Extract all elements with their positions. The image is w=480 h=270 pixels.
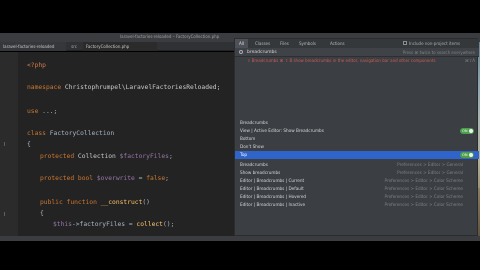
code-line-use: use ...; bbox=[27, 107, 57, 117]
prop2-value: false bbox=[146, 175, 166, 182]
include-non-project-checkbox[interactable] bbox=[403, 41, 407, 45]
list-item[interactable]: Bottom bbox=[235, 135, 479, 143]
tab-all[interactable]: All bbox=[235, 39, 248, 48]
toggle-label: ON bbox=[462, 129, 468, 133]
search-input[interactable]: breadcrumbs bbox=[247, 48, 277, 57]
result-label: Editor | Breadcrumbs | Hovered bbox=[240, 194, 307, 199]
result-label: Editor | Breadcrumbs | Default bbox=[240, 186, 304, 191]
toggle-switch[interactable]: ON bbox=[460, 128, 474, 134]
code-line-brace2: { bbox=[40, 209, 44, 219]
prop2-equals: = bbox=[134, 175, 147, 182]
result-label: Bottom bbox=[240, 136, 256, 141]
use-folded[interactable]: ...; bbox=[42, 108, 57, 115]
tab-src[interactable]: src bbox=[68, 42, 80, 51]
result-label: View | Active Editor: Show Breadcrumbs bbox=[240, 128, 324, 133]
result-label: Top bbox=[240, 152, 248, 157]
prop2-variable: $overwrite bbox=[96, 175, 135, 182]
list-item[interactable]: Breadcrumbs bbox=[235, 119, 479, 127]
list-item[interactable]: Don't Show bbox=[235, 143, 479, 151]
result-label: Editor | Breadcrumbs | Inactive bbox=[240, 202, 306, 207]
prop2-keyword: protected bbox=[40, 175, 75, 182]
result-hint: Preferences > Editor > Color Scheme bbox=[384, 186, 463, 191]
ctor-args: () bbox=[142, 199, 150, 206]
list-item[interactable]: Editor | Breadcrumbs | Current Preferenc… bbox=[235, 177, 479, 185]
search-everywhere-popup: All Classes Files Symbols Actions Includ… bbox=[234, 38, 479, 236]
namespace-value: Christophrumpel\LaravelFactoriesReloaded… bbox=[64, 84, 221, 91]
fold-marker-icon[interactable] bbox=[4, 212, 7, 216]
result-label: Breadcrumbs bbox=[240, 120, 268, 125]
brace-open: { bbox=[27, 141, 31, 148]
tab-files[interactable]: Files bbox=[276, 39, 293, 48]
assign-end: (); bbox=[162, 221, 175, 228]
search-field-row[interactable]: breadcrumbs Press ⌘ twice to search ever… bbox=[235, 48, 479, 57]
toggle-switch[interactable]: ON bbox=[460, 152, 474, 158]
php-open-tag: <?php bbox=[27, 62, 46, 69]
assign-target: ->factoryFiles = bbox=[71, 221, 137, 228]
use-keyword: use bbox=[27, 108, 39, 115]
namespace-keyword: namespace bbox=[27, 84, 62, 91]
prop2-type: bool bbox=[77, 175, 94, 182]
collect-function: collect bbox=[136, 221, 163, 228]
prop1-type: Collection bbox=[77, 153, 116, 160]
list-item[interactable]: Editor | Breadcrumbs | Inactive Preferen… bbox=[235, 201, 479, 209]
fold-marker-icon[interactable] bbox=[4, 142, 7, 146]
shortcut-row: ⇧ Breadcrumbs ⌘ ⇧ B show breadcrumbs in … bbox=[235, 57, 479, 65]
toggle-knob bbox=[469, 153, 473, 157]
code-line-prop2: protected bool $overwrite = false; bbox=[40, 174, 169, 184]
results-list: Breadcrumbs View | Active Editor: Show B… bbox=[235, 119, 479, 217]
brace-open-2: { bbox=[40, 210, 44, 217]
ctor-name: __construct bbox=[100, 199, 143, 206]
result-hint: Preferences > Editor > Color Scheme bbox=[384, 202, 463, 207]
code-line-assign: $this->factoryFiles = collect(); bbox=[53, 220, 174, 230]
this-variable: $this bbox=[53, 221, 72, 228]
result-label: Show breadcrumbs bbox=[240, 170, 281, 175]
prop1-variable: $factoryFiles bbox=[119, 153, 169, 160]
status-bar bbox=[0, 236, 480, 241]
editor-tabbar: laravel-factories-reloaded src FactoryCo… bbox=[0, 42, 234, 51]
search-tabs: All Classes Files Symbols Actions Includ… bbox=[235, 39, 479, 48]
result-label: Don't Show bbox=[240, 144, 264, 149]
tab-actions[interactable]: Actions bbox=[326, 39, 349, 48]
code-editor[interactable]: <?php namespace Christophrumpel\LaravelF… bbox=[0, 52, 234, 236]
code-line-class: class FactoryCollection bbox=[27, 129, 114, 139]
code-line-1: <?php bbox=[27, 61, 46, 71]
shortcut-hint: ⌘⇧A bbox=[464, 58, 475, 63]
search-icon bbox=[239, 50, 243, 54]
search-hint: Press ⌘ twice to search everywhere bbox=[402, 50, 475, 55]
code-line-prop1: protected Collection $factoryFiles; bbox=[40, 152, 173, 162]
prop1-end: ; bbox=[168, 153, 173, 160]
result-label: Editor | Breadcrumbs | Current bbox=[240, 178, 305, 183]
shortcut-text: ⇧ Breadcrumbs ⌘ ⇧ B show breadcrumbs in … bbox=[247, 58, 436, 63]
tab-symbols[interactable]: Symbols bbox=[295, 39, 320, 48]
code-line-brace: { bbox=[27, 140, 31, 150]
result-hint: Preferences > Editor > Color Scheme bbox=[384, 194, 463, 199]
list-item[interactable]: View | Active Editor: Show Breadcrumbs O… bbox=[235, 127, 479, 135]
tab-classes[interactable]: Classes bbox=[251, 39, 274, 48]
screen: laravel-factories-reloaded – FactoryColl… bbox=[0, 0, 480, 270]
result-hint: Preferences > Editor > Color Scheme bbox=[384, 178, 463, 183]
toggle-label: ON bbox=[462, 153, 468, 157]
result-hint: Preferences > Editor > General bbox=[397, 162, 463, 167]
list-item[interactable]: Editor | Breadcrumbs | Default Preferenc… bbox=[235, 185, 479, 193]
tab-project[interactable]: laravel-factories-reloaded bbox=[0, 42, 66, 51]
prop1-keyword: protected bbox=[40, 153, 75, 160]
list-item-selected[interactable]: Top ON bbox=[235, 151, 479, 159]
ctor-function-keyword: function bbox=[66, 199, 97, 206]
ctor-public-keyword: public bbox=[40, 199, 63, 206]
list-item[interactable]: Breadcrumbs Preferences > Editor > Gener… bbox=[235, 161, 479, 169]
prop2-end: ; bbox=[165, 175, 169, 182]
result-label: Breadcrumbs bbox=[240, 162, 268, 167]
result-hint: Preferences > Editor > General bbox=[397, 170, 463, 175]
code-line-namespace: namespace Christophrumpel\LaravelFactori… bbox=[27, 83, 220, 93]
toggle-knob bbox=[469, 129, 473, 133]
list-item[interactable]: Show breadcrumbs Preferences > Editor > … bbox=[235, 169, 479, 177]
tab-factory-collection[interactable]: FactoryCollection.php bbox=[83, 42, 157, 51]
class-name: FactoryCollection bbox=[49, 130, 115, 137]
window-title: laravel-factories-reloaded – FactoryColl… bbox=[120, 34, 220, 39]
class-keyword: class bbox=[27, 130, 46, 137]
include-non-project-label: Include non-project items bbox=[409, 41, 461, 46]
list-item[interactable]: Editor | Breadcrumbs | Hovered Preferenc… bbox=[235, 193, 479, 201]
code-line-constructor: public function __construct() bbox=[40, 198, 150, 208]
editor-gutter bbox=[0, 52, 18, 236]
